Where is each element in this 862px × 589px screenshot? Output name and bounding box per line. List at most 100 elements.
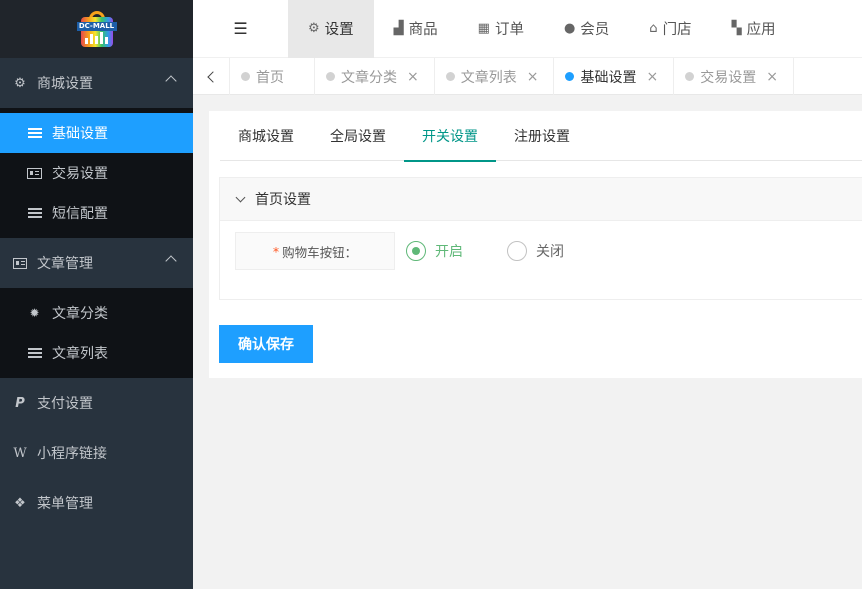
sidebar-item-label: 文章分类 [52, 306, 108, 322]
sidebar-item-article-category[interactable]: ✹ 文章分类 [0, 293, 193, 333]
nav-item-label: 商品 [408, 22, 438, 38]
sidebar-group-miniprogram-links[interactable]: W 小程序链接 [0, 428, 193, 478]
close-icon[interactable]: × [407, 69, 419, 85]
tab-dot [445, 72, 455, 81]
table-icon: ▦ [477, 21, 490, 36]
gear-icon: ⚙ [14, 75, 26, 91]
nav-item-label: 会员 [580, 22, 610, 38]
close-icon[interactable]: × [766, 69, 778, 85]
indent-icon: ☰ [233, 19, 248, 38]
settings-subtabs: 商城设置 全局设置 开关设置 注册设置 [220, 111, 862, 162]
tab-basic-settings[interactable]: 基础设置 × [554, 58, 675, 95]
tab-label: 文章分类 [341, 69, 397, 86]
sidebar-group-label: 文章管理 [37, 256, 93, 272]
sidebar-item-label: 基础设置 [52, 126, 108, 142]
nav-item-label: 应用 [746, 22, 776, 38]
nav-item-apps[interactable]: ▚ 应用 [712, 0, 796, 58]
subtab-switch-settings[interactable]: 开关设置 [404, 111, 496, 162]
radio-unchecked-icon [507, 241, 527, 261]
nav-item-orders[interactable]: ▦ 订单 [458, 0, 544, 58]
sidebar-item-article-list[interactable]: 文章列表 [0, 333, 193, 373]
tab-dot [685, 72, 695, 81]
tab-dot [326, 72, 335, 81]
grid-icon: ▚ [731, 21, 742, 36]
nav-item-settings[interactable]: ⚙ 设置 [288, 0, 374, 58]
list-icon [27, 207, 42, 219]
sidebar-item-trade-settings[interactable]: 交易设置 [0, 153, 193, 193]
cart-button-label: * 购物车按钮： [235, 232, 395, 270]
paypal-icon: P [15, 395, 25, 411]
subtab-mall-settings[interactable]: 商城设置 [220, 111, 312, 161]
newspaper-icon [13, 256, 27, 270]
gears-icon: ⚙ [308, 21, 320, 36]
sidebar-group-menu-management[interactable]: ❖ 菜单管理 [0, 478, 193, 528]
tabs-scroll-left-button[interactable] [193, 58, 230, 95]
confirm-save-button[interactable]: 确认保存 [219, 325, 313, 363]
shopping-bag-icon: ▟ [393, 21, 404, 36]
sidebar-group-payment-settings[interactable]: P 支付设置 [0, 378, 193, 428]
dc-mall-logo[interactable]: DC-MALL [76, 11, 117, 47]
bank-icon: ⌂ [649, 21, 658, 36]
nav-item-products[interactable]: ▟ 商品 [374, 0, 458, 58]
sidebar: DC-MALL ⚙ 商城设置 基础设置 交易设置 短信配置 文章管理 ✹ 文章分… [0, 0, 193, 589]
sidebar-item-label: 文章列表 [52, 346, 108, 362]
sidebar-group-label: 小程序链接 [37, 446, 107, 462]
radio-checked-icon [406, 241, 426, 261]
logo-area: DC-MALL [0, 0, 193, 58]
panel-header[interactable]: 首页设置 [220, 178, 862, 221]
tab-dot [565, 72, 575, 81]
cog-icon: ✹ [29, 306, 40, 320]
id-card-icon [27, 167, 42, 179]
tab-article-list[interactable]: 文章列表 × [435, 58, 555, 95]
chevron-down-icon [235, 192, 246, 202]
settings-card: 商城设置 全局设置 开关设置 注册设置 首页设置 * 购物车按钮： 开启 关闭 … [209, 111, 862, 378]
required-mark: * [272, 243, 280, 259]
nav-item-label: 门店 [662, 22, 692, 38]
tab-trade-settings[interactable]: 交易设置 × [674, 58, 794, 95]
chevron-up-icon [165, 255, 177, 267]
radio-enable[interactable]: 开启 [406, 241, 463, 261]
panel-title: 首页设置 [255, 192, 311, 208]
chevron-up-icon [165, 75, 177, 87]
tab-label: 基础设置 [580, 69, 637, 86]
wikipedia-icon: W [13, 445, 27, 461]
top-navigation: ☰ ⚙ 设置 ▟ 商品 ▦ 订单 ● 会员 ⌂ 门店 ▚ 应用 [193, 0, 862, 58]
sidebar-group-mall-settings[interactable]: ⚙ 商城设置 [0, 58, 193, 108]
tab-label: 首页 [256, 69, 284, 86]
tab-article-category[interactable]: 文章分类 × [315, 58, 435, 95]
subtab-register-settings[interactable]: 注册设置 [496, 111, 588, 161]
subtab-global-settings[interactable]: 全局设置 [312, 111, 404, 161]
close-icon[interactable]: × [646, 69, 658, 85]
tab-label: 交易设置 [700, 69, 757, 86]
submenu-mall-settings: 基础设置 交易设置 短信配置 [0, 108, 193, 238]
tab-label: 文章列表 [460, 69, 517, 86]
sidebar-group-label: 支付设置 [37, 396, 93, 412]
tab-dot [241, 72, 250, 81]
chevron-left-icon [206, 70, 219, 83]
tab-home[interactable]: 首页 [230, 58, 315, 95]
close-icon[interactable]: × [527, 69, 539, 85]
sidebar-item-label: 交易设置 [52, 166, 108, 182]
submenu-article-management: ✹ 文章分类 文章列表 [0, 288, 193, 378]
radio-label: 关闭 [536, 244, 564, 260]
sidebar-item-label: 短信配置 [52, 206, 108, 222]
sidebar-item-sms-config[interactable]: 短信配置 [0, 193, 193, 233]
radio-disable[interactable]: 关闭 [507, 241, 564, 261]
list-icon [27, 127, 42, 139]
field-label-text: 购物车按钮： [282, 244, 358, 260]
homepage-settings-panel: 首页设置 * 购物车按钮： 开启 关闭 [219, 177, 862, 300]
cart-button-row: * 购物车按钮： 开启 关闭 [235, 232, 597, 270]
nav-item-stores[interactable]: ⌂ 门店 [629, 0, 711, 58]
collapse-sidebar-button[interactable]: ☰ [193, 0, 288, 58]
nav-item-label: 订单 [494, 22, 524, 38]
cubes-icon: ❖ [14, 495, 26, 511]
list-ul-icon [27, 347, 42, 359]
sidebar-item-basic-settings[interactable]: 基础设置 [0, 113, 193, 153]
radio-label: 开启 [435, 244, 463, 260]
user-icon: ● [563, 21, 576, 36]
nav-item-label: 设置 [324, 22, 354, 38]
nav-item-members[interactable]: ● 会员 [544, 0, 629, 58]
sidebar-group-label: 商城设置 [37, 76, 93, 92]
sidebar-group-label: 菜单管理 [37, 496, 93, 512]
sidebar-group-article-management[interactable]: 文章管理 [0, 238, 193, 288]
